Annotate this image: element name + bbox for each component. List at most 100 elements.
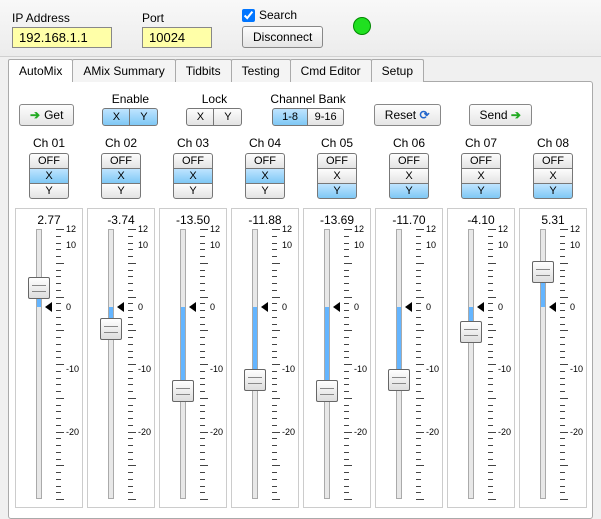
fader-track-area[interactable]: 12100-10-20: [376, 229, 442, 499]
scale-label: 0: [570, 302, 575, 312]
channel-label: Ch 04: [249, 136, 281, 150]
channel-x-button[interactable]: X: [461, 168, 501, 184]
ip-input[interactable]: [12, 27, 112, 48]
channel-label: Ch 01: [33, 136, 65, 150]
scale-label: 0: [498, 302, 503, 312]
tab-testing[interactable]: Testing: [231, 59, 291, 82]
fader-track-area[interactable]: 12100-10-20: [448, 229, 514, 499]
fader-scale: 12100-10-20: [56, 229, 82, 499]
send-button[interactable]: Send: [469, 104, 532, 126]
scale-label: 12: [498, 224, 508, 234]
port-input[interactable]: [142, 27, 212, 48]
tab-setup[interactable]: Setup: [371, 59, 424, 82]
channel-label: Ch 06: [393, 136, 425, 150]
channel-off-button[interactable]: OFF: [317, 153, 357, 169]
channel-off-button[interactable]: OFF: [389, 153, 429, 169]
scale-label: -20: [282, 427, 295, 437]
search-label: Search: [259, 8, 297, 22]
scale-label: 10: [66, 240, 76, 250]
tab-cmd-editor[interactable]: Cmd Editor: [290, 59, 372, 82]
fader-track: [36, 229, 42, 499]
fader-thumb[interactable]: [460, 321, 482, 343]
fader-pointer-icon: [117, 302, 124, 312]
channel-off-button[interactable]: OFF: [533, 153, 573, 169]
fader-thumb[interactable]: [28, 277, 50, 299]
lock-y-button[interactable]: Y: [214, 108, 242, 126]
fader-thumb[interactable]: [172, 380, 194, 402]
search-checkbox[interactable]: [242, 9, 255, 22]
ip-field: IP Address: [12, 11, 112, 48]
tab-automix[interactable]: AutoMix: [8, 59, 73, 82]
fader-track-area[interactable]: 12100-10-20: [232, 229, 298, 499]
fader-box: -11.8812100-10-20: [231, 208, 299, 508]
fader-box: 5.3112100-10-20: [519, 208, 587, 508]
channel-y-button[interactable]: Y: [389, 183, 429, 199]
channel-off-button[interactable]: OFF: [245, 153, 285, 169]
enable-y-button[interactable]: Y: [130, 108, 158, 126]
reset-button[interactable]: Reset: [374, 104, 441, 126]
bank-9-16-button[interactable]: 9-16: [308, 108, 344, 126]
scale-label: -10: [66, 364, 79, 374]
fader-track-area[interactable]: 12100-10-20: [160, 229, 226, 499]
scale-label: 10: [426, 240, 436, 250]
channel-x-button[interactable]: X: [533, 168, 573, 184]
channel-label: Ch 05: [321, 136, 353, 150]
fader-track: [108, 229, 114, 499]
enable-group: Enable X Y: [102, 92, 158, 126]
fader-track-area[interactable]: 12100-10-20: [520, 229, 586, 499]
scale-label: 12: [66, 224, 76, 234]
channel-off-button[interactable]: OFF: [461, 153, 501, 169]
bank-1-8-button[interactable]: 1-8: [272, 108, 308, 126]
control-row: Get Enable X Y Lock X Y Channel Bank 1-8…: [15, 92, 586, 136]
fader-thumb[interactable]: [532, 261, 554, 283]
channel-x-button[interactable]: X: [317, 168, 357, 184]
channel-y-button[interactable]: Y: [461, 183, 501, 199]
lock-x-button[interactable]: X: [186, 108, 214, 126]
channel-y-button[interactable]: Y: [101, 183, 141, 199]
fader-track-area[interactable]: 12100-10-20: [16, 229, 82, 499]
tabs: AutoMixAMix SummaryTidbitsTestingCmd Edi…: [0, 59, 601, 82]
disconnect-button[interactable]: Disconnect: [242, 26, 323, 48]
channel-y-button[interactable]: Y: [533, 183, 573, 199]
scale-label: 0: [138, 302, 143, 312]
scale-label: 10: [210, 240, 220, 250]
enable-x-button[interactable]: X: [102, 108, 130, 126]
scale-label: -20: [138, 427, 151, 437]
channel-y-button[interactable]: Y: [245, 183, 285, 199]
channel-off-button[interactable]: OFF: [101, 153, 141, 169]
channel-x-button[interactable]: X: [389, 168, 429, 184]
fader-thumb[interactable]: [388, 369, 410, 391]
fader-scale: 12100-10-20: [128, 229, 154, 499]
bank-group: Channel Bank 1-8 9-16: [270, 92, 345, 126]
fader-scale: 12100-10-20: [200, 229, 226, 499]
fader-thumb[interactable]: [100, 318, 122, 340]
fader-scale: 12100-10-20: [272, 229, 298, 499]
fader-track-area[interactable]: 12100-10-20: [304, 229, 370, 499]
fader-track-area[interactable]: 12100-10-20: [88, 229, 154, 499]
get-button[interactable]: Get: [19, 104, 74, 126]
tab-amix-summary[interactable]: AMix Summary: [72, 59, 175, 82]
scale-label: 0: [210, 302, 215, 312]
scale-label: 10: [138, 240, 148, 250]
channels: Ch 01OFFXY2.7712100-10-20Ch 02OFFXY-3.74…: [15, 136, 586, 508]
channel-x-button[interactable]: X: [245, 168, 285, 184]
channel-x-button[interactable]: X: [173, 168, 213, 184]
channel-5: Ch 05 OFFXY -13.6912100-10-20: [303, 136, 371, 508]
channel-y-button[interactable]: Y: [173, 183, 213, 199]
tab-tidbits[interactable]: Tidbits: [175, 59, 232, 82]
channel-label: Ch 03: [177, 136, 209, 150]
channel-4: Ch 04 OFFXY -11.8812100-10-20: [231, 136, 299, 508]
channel-y-button[interactable]: Y: [317, 183, 357, 199]
channel-off-button[interactable]: OFF: [173, 153, 213, 169]
channel-x-button[interactable]: X: [101, 168, 141, 184]
fader-pointer-icon: [45, 302, 52, 312]
fader-box: -13.6912100-10-20: [303, 208, 371, 508]
channel-x-button[interactable]: X: [29, 168, 69, 184]
fader-thumb[interactable]: [316, 380, 338, 402]
search-checkbox-row[interactable]: Search: [242, 8, 323, 22]
channel-off-button[interactable]: OFF: [29, 153, 69, 169]
fader-pointer-icon: [189, 302, 196, 312]
fader-thumb[interactable]: [244, 369, 266, 391]
fader-box: -3.7412100-10-20: [87, 208, 155, 508]
channel-y-button[interactable]: Y: [29, 183, 69, 199]
